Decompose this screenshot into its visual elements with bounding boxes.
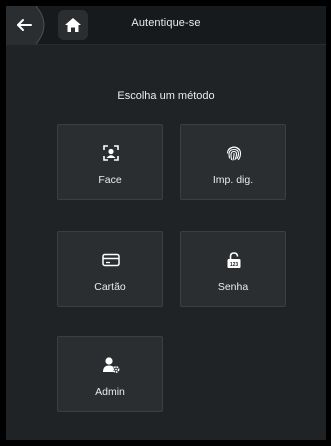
card-icon bbox=[101, 250, 121, 270]
password-method-button[interactable]: 123 Senha bbox=[180, 231, 286, 307]
svg-text:123: 123 bbox=[230, 262, 239, 268]
fingerprint-method-button[interactable]: Imp. dig. bbox=[180, 124, 286, 200]
admin-method-label: Admin bbox=[95, 386, 125, 398]
admin-user-gear-icon bbox=[101, 355, 121, 375]
card-method-label: Cartão bbox=[94, 281, 126, 293]
card-method-button[interactable]: Cartão bbox=[57, 231, 163, 307]
face-scan-icon bbox=[101, 143, 121, 163]
admin-method-button[interactable]: Admin bbox=[57, 336, 163, 412]
face-method-label: Face bbox=[98, 174, 122, 186]
face-method-button[interactable]: Face bbox=[57, 124, 163, 200]
page-title: Autentique-se bbox=[131, 17, 201, 29]
password-method-label: Senha bbox=[217, 281, 249, 293]
fingerprint-icon bbox=[224, 143, 244, 163]
auth-screen: Autentique-se Escolha um método Face Imp… bbox=[6, 6, 326, 440]
password-lock-icon: 123 bbox=[224, 250, 244, 270]
method-prompt: Escolha um método bbox=[117, 90, 215, 102]
fingerprint-method-label: Imp. dig. bbox=[212, 174, 254, 186]
top-bar: Autentique-se bbox=[6, 6, 326, 45]
